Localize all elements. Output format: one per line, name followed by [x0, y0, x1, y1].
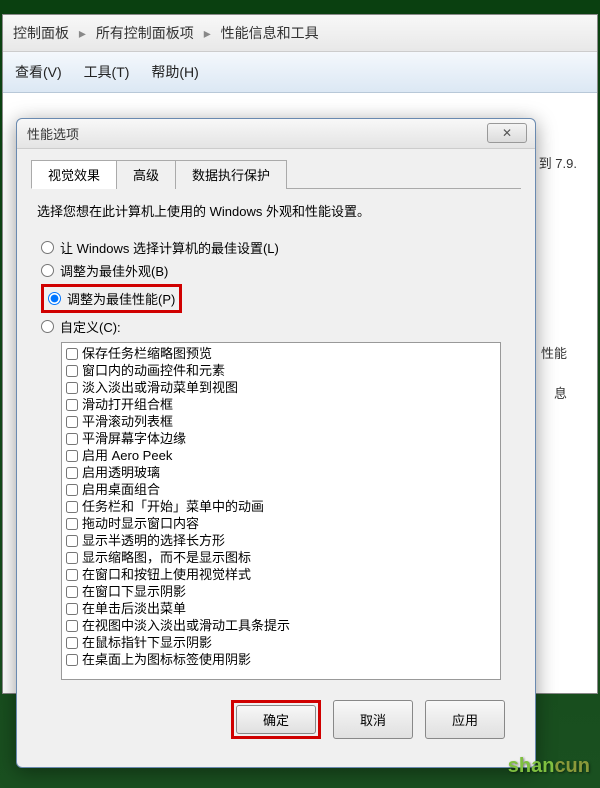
- effect-checkbox-item[interactable]: 窗口内的动画控件和元素: [64, 362, 498, 379]
- checkbox-label: 拖动时显示窗口内容: [82, 515, 199, 532]
- effect-checkbox-item[interactable]: 淡入淡出或滑动菜单到视图: [64, 379, 498, 396]
- checkbox-label: 启用 Aero Peek: [82, 447, 172, 464]
- effect-checkbox-item[interactable]: 滑动打开组合框: [64, 396, 498, 413]
- tab-dep[interactable]: 数据执行保护: [175, 160, 287, 189]
- apply-button[interactable]: 应用: [425, 700, 505, 739]
- checkbox-input[interactable]: [66, 586, 78, 598]
- effect-checkbox-item[interactable]: 在单击后淡出菜单: [64, 600, 498, 617]
- effect-checkbox-item[interactable]: 显示缩略图，而不是显示图标: [64, 549, 498, 566]
- checkbox-label: 在窗口和按钮上使用视觉样式: [82, 566, 251, 583]
- checkbox-input[interactable]: [66, 399, 78, 411]
- checkbox-label: 窗口内的动画控件和元素: [82, 362, 225, 379]
- close-icon: ✕: [502, 126, 512, 140]
- checkbox-label: 启用桌面组合: [82, 481, 160, 498]
- checkbox-label: 启用透明玻璃: [82, 464, 160, 481]
- checkbox-label: 在鼠标指针下显示阴影: [82, 634, 212, 651]
- checkbox-input[interactable]: [66, 450, 78, 462]
- checkbox-input[interactable]: [66, 365, 78, 377]
- effect-checkbox-item[interactable]: 显示半透明的选择长方形: [64, 532, 498, 549]
- watermark: shancun: [508, 755, 590, 778]
- checkbox-label: 在单击后淡出菜单: [82, 600, 186, 617]
- checkbox-label: 保存任务栏缩略图预览: [82, 345, 212, 362]
- effect-checkbox-item[interactable]: 在视图中淡入淡出或滑动工具条提示: [64, 617, 498, 634]
- breadcrumb: 控制面板 ▸ 所有控制面板项 ▸ 性能信息和工具: [3, 15, 597, 52]
- menu-bar: 查看(V) 工具(T) 帮助(H): [3, 52, 597, 93]
- checkbox-input[interactable]: [66, 637, 78, 649]
- checkbox-label: 任务栏和「开始」菜单中的动画: [82, 498, 264, 515]
- checkbox-input[interactable]: [66, 348, 78, 360]
- tab-strip: 视觉效果 高级 数据执行保护: [31, 159, 521, 189]
- radio-input[interactable]: [48, 292, 61, 305]
- checkbox-input[interactable]: [66, 552, 78, 564]
- checkbox-input[interactable]: [66, 433, 78, 445]
- effect-checkbox-item[interactable]: 启用 Aero Peek: [64, 447, 498, 464]
- tab-visual-effects[interactable]: 视觉效果: [31, 160, 117, 189]
- performance-options-dialog: 性能选项 ✕ 视觉效果 高级 数据执行保护 选择您想在此计算机上使用的 Wind…: [16, 118, 536, 768]
- effect-checkbox-item[interactable]: 在窗口和按钮上使用视觉样式: [64, 566, 498, 583]
- radio-let-windows[interactable]: 让 Windows 选择计算机的最佳设置(L): [41, 238, 511, 257]
- checkbox-input[interactable]: [66, 603, 78, 615]
- checkbox-input[interactable]: [66, 484, 78, 496]
- cancel-button[interactable]: 取消: [333, 700, 413, 739]
- menu-view[interactable]: 查看(V): [15, 64, 62, 80]
- instruction-text: 选择您想在此计算机上使用的 Windows 外观和性能设置。: [37, 201, 515, 220]
- breadcrumb-item[interactable]: 所有控制面板项: [96, 25, 194, 41]
- radio-input[interactable]: [41, 264, 54, 277]
- checkbox-label: 显示半透明的选择长方形: [82, 532, 225, 549]
- radio-best-performance[interactable]: 调整为最佳性能(P): [48, 289, 175, 308]
- breadcrumb-item[interactable]: 性能信息和工具: [221, 25, 319, 41]
- close-button[interactable]: ✕: [487, 123, 527, 143]
- checkbox-label: 在视图中淡入淡出或滑动工具条提示: [82, 617, 290, 634]
- highlight-annotation: 确定: [231, 700, 321, 739]
- checkbox-label: 平滑屏幕字体边缘: [82, 430, 186, 447]
- checkbox-input[interactable]: [66, 416, 78, 428]
- checkbox-input[interactable]: [66, 501, 78, 513]
- tab-advanced[interactable]: 高级: [116, 160, 176, 189]
- effect-checkbox-item[interactable]: 任务栏和「开始」菜单中的动画: [64, 498, 498, 515]
- checkbox-input[interactable]: [66, 654, 78, 666]
- checkbox-input[interactable]: [66, 382, 78, 394]
- menu-help[interactable]: 帮助(H): [151, 64, 198, 80]
- effect-checkbox-item[interactable]: 拖动时显示窗口内容: [64, 515, 498, 532]
- effect-checkbox-item[interactable]: 平滑滚动列表框: [64, 413, 498, 430]
- effect-checkbox-item[interactable]: 启用桌面组合: [64, 481, 498, 498]
- checkbox-input[interactable]: [66, 518, 78, 530]
- effects-checkbox-list[interactable]: 保存任务栏缩略图预览窗口内的动画控件和元素淡入淡出或滑动菜单到视图滑动打开组合框…: [61, 342, 501, 680]
- radio-input[interactable]: [41, 320, 54, 333]
- button-row: 确定 取消 应用: [31, 690, 521, 739]
- checkbox-input[interactable]: [66, 620, 78, 632]
- checkbox-label: 在窗口下显示阴影: [82, 583, 186, 600]
- radio-group: 让 Windows 选择计算机的最佳设置(L) 调整为最佳外观(B) 调整为最佳…: [41, 238, 511, 336]
- checkbox-label: 在桌面上为图标标签使用阴影: [82, 651, 251, 668]
- checkbox-input[interactable]: [66, 535, 78, 547]
- checkbox-label: 滑动打开组合框: [82, 396, 173, 413]
- effect-checkbox-item[interactable]: 保存任务栏缩略图预览: [64, 345, 498, 362]
- highlight-annotation: 调整为最佳性能(P): [41, 284, 182, 313]
- side-label: 息: [554, 383, 567, 402]
- chevron-right-icon: ▸: [79, 25, 86, 41]
- radio-best-appearance[interactable]: 调整为最佳外观(B): [41, 261, 511, 280]
- effect-checkbox-item[interactable]: 平滑屏幕字体边缘: [64, 430, 498, 447]
- dialog-title: 性能选项: [27, 124, 79, 143]
- checkbox-input[interactable]: [66, 467, 78, 479]
- effect-checkbox-item[interactable]: 在鼠标指针下显示阴影: [64, 634, 498, 651]
- chevron-right-icon: ▸: [204, 25, 211, 41]
- effect-checkbox-item[interactable]: 在窗口下显示阴影: [64, 583, 498, 600]
- side-label: 性能: [541, 343, 567, 362]
- radio-custom[interactable]: 自定义(C):: [41, 317, 511, 336]
- checkbox-label: 显示缩略图，而不是显示图标: [82, 549, 251, 566]
- effect-checkbox-item[interactable]: 启用透明玻璃: [64, 464, 498, 481]
- checkbox-input[interactable]: [66, 569, 78, 581]
- checkbox-label: 淡入淡出或滑动菜单到视图: [82, 379, 238, 396]
- ok-button[interactable]: 确定: [236, 705, 316, 734]
- dialog-titlebar[interactable]: 性能选项 ✕: [17, 119, 535, 149]
- breadcrumb-item[interactable]: 控制面板: [13, 25, 69, 41]
- menu-tools[interactable]: 工具(T): [84, 64, 130, 80]
- checkbox-label: 平滑滚动列表框: [82, 413, 173, 430]
- effect-checkbox-item[interactable]: 在桌面上为图标标签使用阴影: [64, 651, 498, 668]
- radio-input[interactable]: [41, 241, 54, 254]
